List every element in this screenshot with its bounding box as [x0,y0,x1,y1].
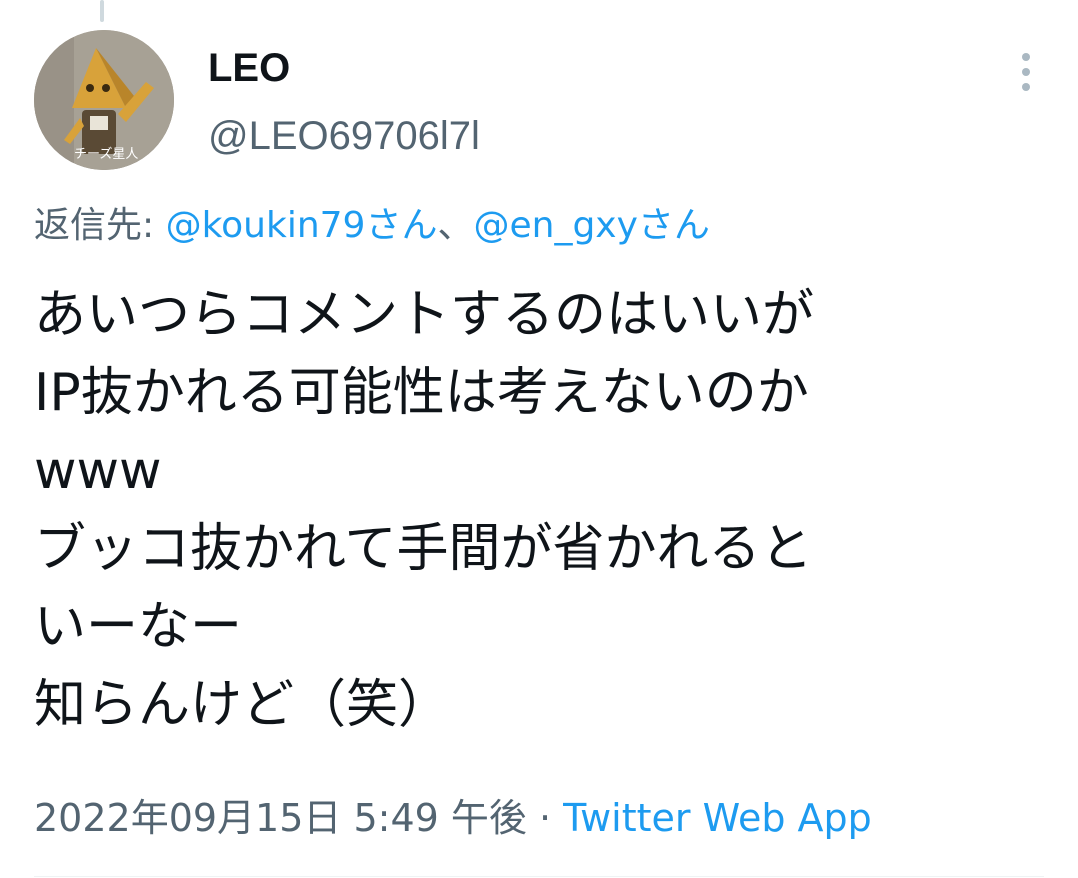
tweet-text-line: いーなー [34,597,243,657]
tweet-text-line: あいつらコメントするのはいいが [34,285,815,345]
reply-mention-separator: 、 [437,205,474,246]
avatar-caption-text: チーズ星人 [74,146,138,162]
tweet-text-line: ブッコ抜かれて手間が省かれると [34,519,813,579]
divider [34,876,1044,877]
reply-to-prefix: 返信先: [34,205,166,246]
more-vertical-icon-dot [1022,68,1030,76]
more-options-button[interactable] [1004,44,1048,100]
tweet-text-line: 知らんけど（笑） [34,675,451,735]
tweet-timestamp[interactable]: 2022年09月15日 5:49 午後 [34,796,527,840]
tweet-text-line: IP抜かれる可能性は考えないのか [34,363,809,423]
avatar-image: チーズ星人 [34,30,174,170]
tweet-source-link[interactable]: Twitter Web App [563,796,872,840]
reply-mention-link[interactable]: @en_gxyさん [473,205,709,246]
tweet-text: あいつらコメントするのはいいが IP抜かれる可能性は考えないのか www ブッコ… [34,276,1054,744]
more-vertical-icon-dot [1022,83,1030,91]
meta-separator: · [526,796,564,840]
thread-connector-line [100,0,104,22]
author-handle[interactable]: @LEO69706l7l [208,112,480,160]
author-display-name[interactable]: LEO [208,44,290,92]
tweet-text-line: www [34,441,162,501]
avatar[interactable]: チーズ星人 [34,30,174,170]
more-vertical-icon [1022,53,1030,61]
reply-to-line: 返信先: @koukin79さん、@en_gxyさん [34,200,710,252]
reply-mention-link[interactable]: @koukin79さん [166,205,438,246]
tweet-metadata: 2022年09月15日 5:49 午後 · Twitter Web App [34,790,872,846]
